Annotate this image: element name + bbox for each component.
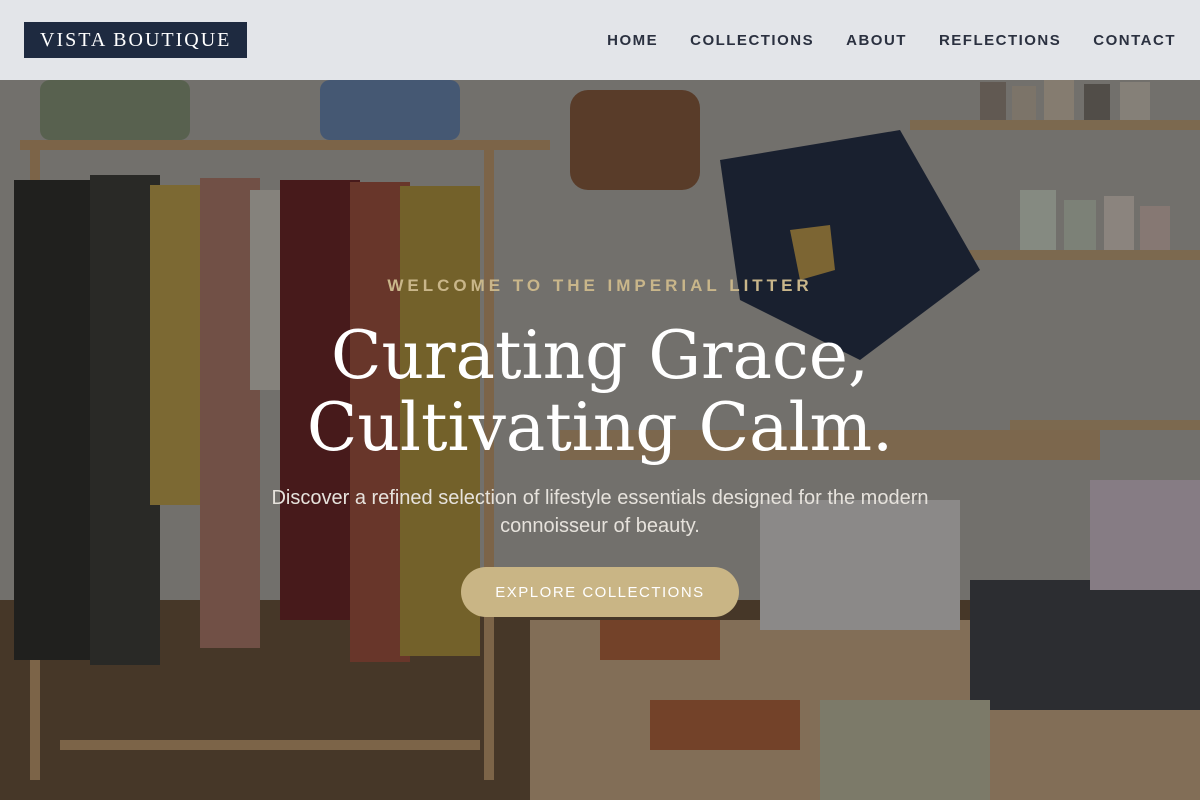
- hero-headline-line-2: Cultivating Calm.: [306, 389, 894, 466]
- nav-about-link[interactable]: ABOUT: [846, 32, 907, 49]
- hero-headline: Curating Grace, Cultivating Calm.: [0, 320, 1200, 464]
- hero-eyebrow: WELCOME TO THE IMPERIAL LITTER: [387, 276, 813, 295]
- hero-content: WELCOME TO THE IMPERIAL LITTER Curating …: [0, 0, 1200, 800]
- main-nav: HOME COLLECTIONS ABOUT REFLECTIONS CONTA…: [575, 32, 1176, 49]
- nav-home-link[interactable]: HOME: [607, 32, 658, 49]
- hero-subcopy: Discover a refined selection of lifestyl…: [271, 487, 929, 537]
- site-header: VISTA BOUTIQUE HOME COLLECTIONS ABOUT RE…: [0, 0, 1200, 80]
- hero-headline-line-1: Curating Grace,: [331, 317, 869, 394]
- nav-reflections-link[interactable]: REFLECTIONS: [939, 32, 1061, 49]
- nav-collections-link[interactable]: COLLECTIONS: [690, 32, 814, 49]
- brand-logo[interactable]: VISTA BOUTIQUE: [24, 22, 248, 58]
- explore-collections-button[interactable]: EXPLORE COLLECTIONS: [461, 567, 739, 617]
- nav-contact-link[interactable]: CONTACT: [1093, 32, 1176, 49]
